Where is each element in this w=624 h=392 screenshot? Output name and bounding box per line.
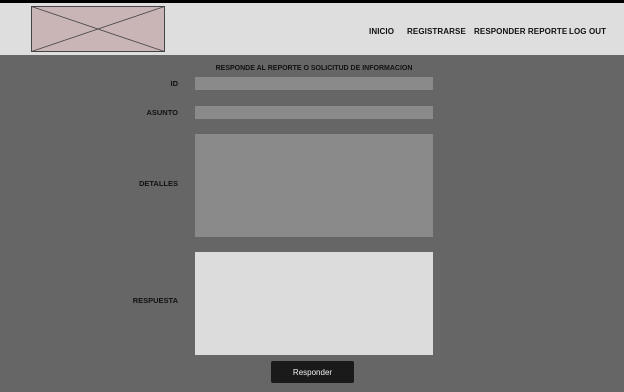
id-field[interactable] xyxy=(195,77,433,90)
detalles-label: DETALLES xyxy=(138,179,178,188)
respuesta-field[interactable] xyxy=(195,252,433,355)
logo-placeholder-icon xyxy=(31,6,165,52)
nav-log-out[interactable]: LOG OUT xyxy=(569,27,606,36)
id-label: ID xyxy=(170,79,179,88)
asunto-field[interactable] xyxy=(195,106,433,119)
nav-responder-reporte[interactable]: RESPONDER REPORTE xyxy=(474,27,567,36)
detalles-field[interactable] xyxy=(195,134,433,237)
nav-registrarse[interactable]: REGISTRARSE xyxy=(407,27,466,36)
respuesta-label: RESPUESTA xyxy=(132,296,178,305)
top-navigation-bar: INICIO REGISTRARSE RESPONDER REPORTE LOG… xyxy=(0,3,624,55)
responder-button[interactable]: Responder xyxy=(271,361,354,383)
asunto-label: ASUNTO xyxy=(146,108,178,117)
form-title: RESPONDE AL REPORTE O SOLICITUD DE INFOR… xyxy=(215,65,413,72)
nav-inicio[interactable]: INICIO xyxy=(369,27,394,36)
